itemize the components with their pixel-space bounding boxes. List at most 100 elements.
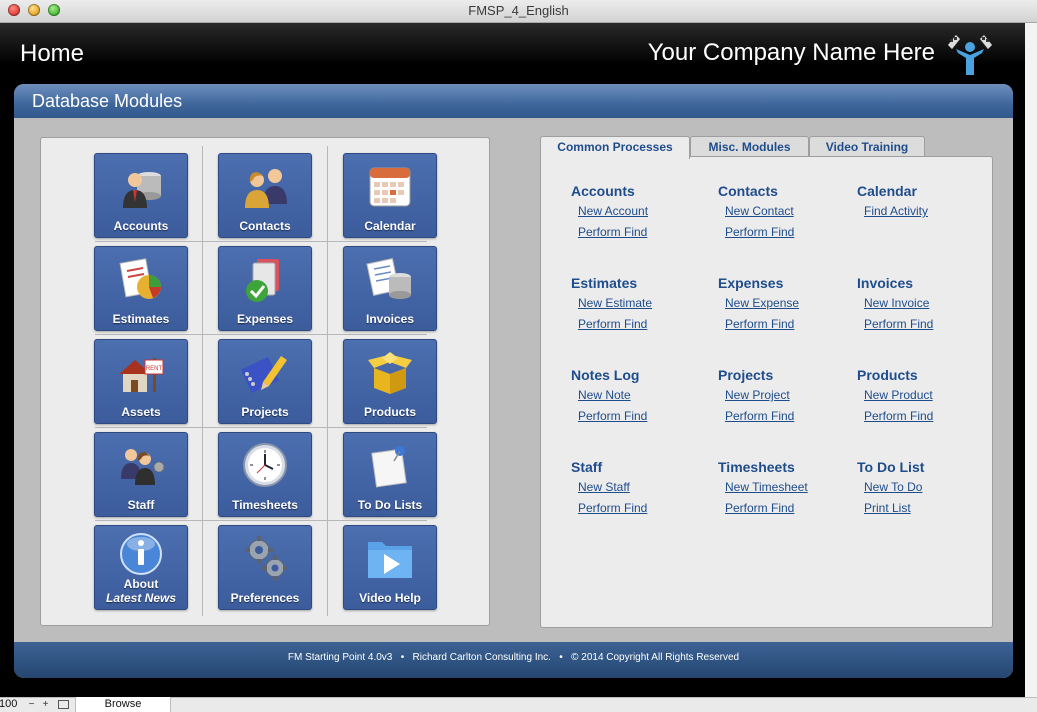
module-label: Contacts [239,219,291,233]
process-group-expenses: Expenses New Expense Perform Find [718,275,799,333]
perform-find-link[interactable]: Perform Find [578,225,648,241]
module-label: Timesheets [232,498,298,512]
module-staff[interactable]: Staff [94,432,188,517]
grid-divider [95,520,427,521]
zoom-in-icon[interactable]: + [41,700,50,710]
process-group-projects: Projects New Project Perform Find [718,367,794,425]
perform-find-link[interactable]: Perform Find [864,409,933,425]
perform-find-link[interactable]: Perform Find [578,501,647,517]
calendar-icon [369,167,411,207]
module-preferences[interactable]: Preferences [218,525,312,610]
process-group-notes-log: Notes Log New Note Perform Find [571,367,647,425]
process-group-title: Products [857,367,918,383]
module-sublabel: Latest News [105,591,177,605]
perform-find-link[interactable]: Perform Find [725,501,808,517]
new-product-link[interactable]: New Product [864,388,933,404]
database-modules-panel: Database Modules Accounts Contacts Calen… [14,84,1013,678]
tab-video-training[interactable]: Video Training [809,136,925,158]
module-accounts[interactable]: Accounts [94,153,188,238]
panel-title: Database Modules [32,91,183,111]
process-group-staff: Staff New Staff Perform Find [571,459,647,517]
layout-mode-selector[interactable]: Browse [75,697,171,712]
perform-find-link[interactable]: Perform Find [725,409,794,425]
common-processes-pane: Accounts New Account Perform Find Contac… [540,156,993,628]
new-contact-link[interactable]: New Contact [725,204,794,220]
process-group-calendar: Calendar Find Activity [857,183,928,220]
new-invoice-link[interactable]: New Invoice [864,296,933,312]
module-calendar[interactable]: Calendar [343,153,437,238]
new-staff-link[interactable]: New Staff [578,480,647,496]
module-todo-lists[interactable]: To Do Lists [343,432,437,517]
module-video-help[interactable]: Video Help [343,525,437,610]
info-icon [120,533,162,575]
perform-find-link[interactable]: Perform Find [578,409,647,425]
tab-misc-modules[interactable]: Misc. Modules [690,136,809,158]
module-label: Products [363,405,416,419]
window-titlebar: FMSP_4_English [0,0,1037,23]
estimates-icon [119,258,161,299]
modules-grid: Accounts Contacts Calendar Estimates Exp… [40,137,490,626]
process-group-title: Expenses [718,275,784,291]
print-list-link[interactable]: Print List [864,501,924,517]
process-group-title: Contacts [718,183,778,199]
zoom-level[interactable]: 100 [0,698,17,710]
new-account-link[interactable]: New Account [578,204,648,220]
process-group-title: Accounts [571,183,635,199]
module-label: Video Help [359,591,421,605]
tab-panel: Common Processes Misc. Modules Video Tra… [540,136,993,628]
perform-find-link[interactable]: Perform Find [864,317,933,333]
status-bar: 100 − + Browse [0,697,1037,712]
window-title: FMSP_4_English [468,3,569,18]
grid-divider [95,334,427,335]
app-area: Home Your Company Name Here Database Mod… [0,23,1025,697]
module-label: To Do Lists [357,498,423,512]
perform-find-link[interactable]: Perform Find [725,225,794,241]
process-group-title: Staff [571,459,603,475]
new-expense-link[interactable]: New Expense [725,296,799,312]
zoom-out-icon[interactable]: − [27,700,36,710]
new-timesheet-link[interactable]: New Timesheet [725,480,808,496]
find-activity-link[interactable]: Find Activity [864,204,928,220]
new-project-link[interactable]: New Project [725,388,794,404]
module-estimates[interactable]: Estimates [94,246,188,331]
module-about[interactable]: About Latest News [94,525,188,610]
module-timesheets[interactable]: Timesheets [218,432,312,517]
staff-icon [121,449,165,485]
grid-divider [202,146,203,616]
process-group-title: To Do List [857,459,925,475]
perform-find-link[interactable]: Perform Find [725,317,799,333]
video-icon [368,542,412,578]
perform-find-link[interactable]: Perform Find [578,317,652,333]
header-bar: Home Your Company Name Here [0,23,1025,83]
invoices-icon [366,258,411,299]
company-logo-icon [947,34,993,75]
grid-divider [95,427,427,428]
process-group-to-do-list: To Do List New To Do Print List [857,459,924,517]
module-label: Calendar [364,219,416,233]
process-group-title: Timesheets [718,459,795,475]
new-to-do-link[interactable]: New To Do [864,480,924,496]
new-note-link[interactable]: New Note [578,388,647,404]
gears-icon [245,536,288,581]
module-label: Estimates [112,312,170,326]
products-icon [368,352,412,394]
new-estimate-link[interactable]: New Estimate [578,296,652,312]
module-contacts[interactable]: Contacts [218,153,312,238]
copyright-text: FM Starting Point 4.0v3 • Richard Carlto… [287,652,740,663]
module-projects[interactable]: Projects [218,339,312,424]
module-invoices[interactable]: Invoices [343,246,437,331]
todo-icon [371,446,407,488]
grid-divider [327,146,328,616]
process-group-title: Estimates [571,275,638,291]
process-group-title: Calendar [857,183,917,199]
svg-text:RENT: RENT [146,366,163,372]
tab-common-processes[interactable]: Common Processes [540,136,690,159]
module-label: Invoices [365,312,415,326]
module-products[interactable]: Products [343,339,437,424]
accounts-icon [123,172,161,208]
module-expenses[interactable]: Expenses [218,246,312,331]
process-group-products: Products New Product Perform Find [857,367,933,425]
module-label: Staff [127,498,155,512]
toggle-toolbar-icon[interactable] [58,700,69,709]
module-assets[interactable]: RENT Assets [94,339,188,424]
